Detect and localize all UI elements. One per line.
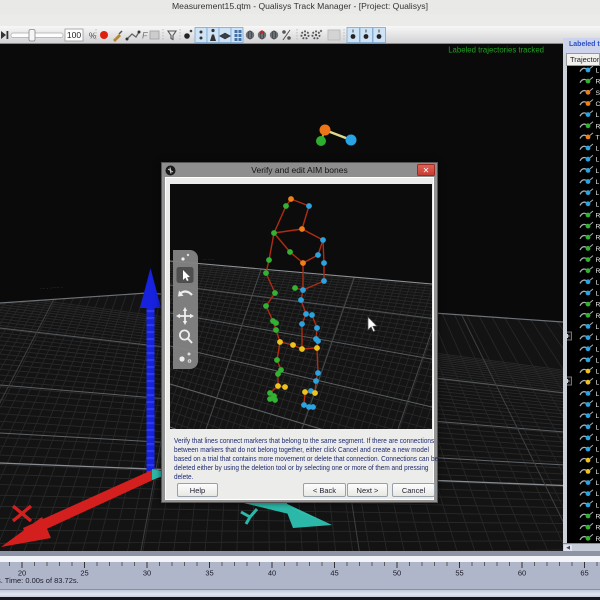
svg-text:L: L (596, 402, 600, 409)
svg-text:F: F (142, 31, 148, 41)
svg-text:L: L (596, 424, 600, 431)
svg-text:L: L (596, 324, 600, 331)
svg-text:T: T (596, 134, 600, 141)
svg-text:L: L (596, 68, 600, 75)
svg-text:L: L (596, 291, 600, 298)
svg-text:R: R (596, 525, 600, 532)
svg-text:.... , ....... ..: .... , ....... .. (40, 283, 64, 291)
svg-text:L: L (596, 469, 600, 476)
svg-text:45: 45 (330, 569, 338, 578)
svg-text:R: R (596, 268, 600, 275)
svg-text:L: L (596, 447, 600, 454)
svg-text:L: L (596, 480, 600, 487)
svg-text:L: L (596, 201, 600, 208)
svg-text:60: 60 (518, 569, 526, 578)
svg-text:R: R (596, 257, 600, 264)
svg-text:65: 65 (580, 569, 588, 578)
svg-text:L: L (596, 380, 600, 387)
svg-text:C: C (596, 101, 600, 108)
svg-text:R: R (596, 224, 600, 231)
svg-text:%: % (89, 32, 96, 41)
svg-text:L: L (596, 112, 600, 119)
svg-text:L: L (596, 346, 600, 353)
svg-text:L: L (596, 413, 600, 420)
svg-text:R: R (596, 536, 600, 543)
svg-text:L: L (596, 157, 600, 164)
svg-text:R: R (596, 514, 600, 521)
svg-text:L: L (596, 458, 600, 465)
svg-text:30: 30 (143, 569, 151, 578)
svg-text:S: S (596, 90, 600, 97)
svg-text:L: L (596, 435, 600, 442)
svg-text:L: L (596, 391, 600, 398)
svg-text:55: 55 (455, 569, 463, 578)
svg-text:L: L (596, 179, 600, 186)
svg-text:R: R (596, 79, 600, 86)
svg-text:R: R (596, 246, 600, 253)
svg-text:50: 50 (393, 569, 401, 578)
svg-text:40: 40 (268, 569, 276, 578)
svg-text:L: L (596, 335, 600, 342)
svg-text:R: R (596, 123, 600, 130)
svg-text:L: L (596, 357, 600, 364)
svg-text:R: R (596, 235, 600, 242)
svg-text:R: R (596, 313, 600, 320)
svg-text:25: 25 (80, 569, 88, 578)
svg-text:Labeled trajectories tracked: Labeled trajectories tracked (448, 46, 544, 55)
svg-text:R: R (596, 302, 600, 309)
svg-text:L: L (596, 502, 600, 509)
svg-text:100: 100 (67, 30, 81, 40)
svg-text:L: L (596, 168, 600, 175)
svg-text:L: L (596, 146, 600, 153)
svg-text:... .....: ... ..... (203, 256, 214, 261)
svg-text:35: 35 (205, 569, 213, 578)
svg-text:L: L (596, 279, 600, 286)
svg-text:L: L (596, 190, 600, 197)
svg-text:L: L (596, 369, 600, 376)
svg-text:R: R (596, 213, 600, 220)
svg-text:L: L (596, 491, 600, 498)
